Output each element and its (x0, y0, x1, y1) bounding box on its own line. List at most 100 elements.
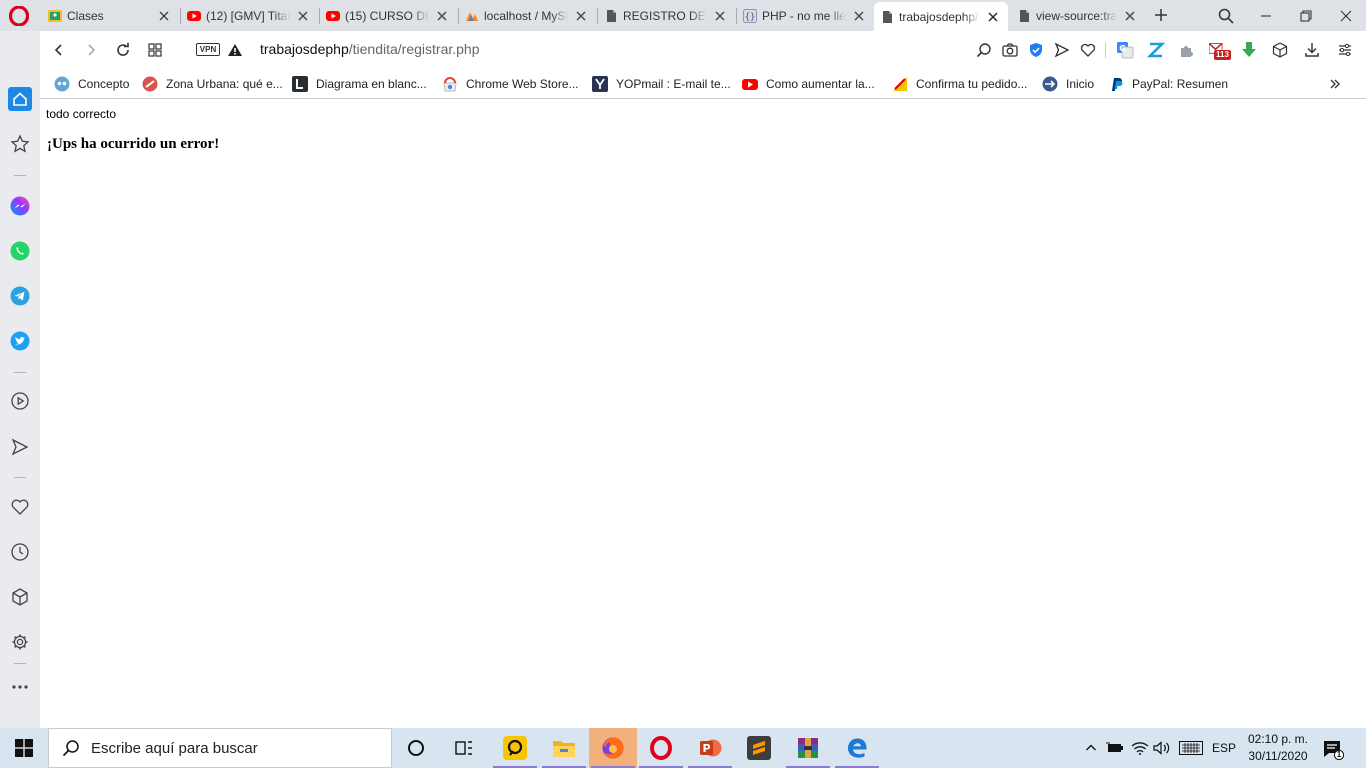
vpn-badge[interactable]: VPN (196, 43, 220, 56)
reload-icon[interactable] (113, 40, 133, 60)
volume-icon[interactable] (1152, 738, 1172, 758)
close-icon[interactable] (157, 9, 171, 23)
cortana-circle-icon[interactable] (392, 728, 440, 768)
forward-arrow-icon[interactable] (81, 40, 101, 60)
tab-phpmyadmin[interactable]: localhost / MySQL (459, 3, 596, 29)
url-field[interactable]: trabajosdephp/tiendita/registrar.php (260, 41, 480, 57)
twitter-icon[interactable] (8, 329, 32, 353)
bookmark-confirma-pedido[interactable]: Confirma tu pedido... (892, 75, 1027, 93)
bookmark-concepto[interactable]: Concepto (54, 75, 129, 93)
close-icon[interactable] (986, 10, 1000, 24)
sidebar-separator (14, 372, 26, 373)
minimize-icon[interactable] (1246, 0, 1286, 31)
bookmarks-star-icon[interactable] (8, 132, 32, 156)
zoho-extension-icon[interactable] (1147, 41, 1165, 59)
search-page-icon[interactable] (975, 41, 993, 59)
telegram-icon[interactable] (8, 284, 32, 308)
window-close-icon[interactable] (1326, 0, 1366, 31)
bookmark-yopmail[interactable]: YOPmail : E-mail te... (592, 75, 731, 93)
download-arrow-green-icon[interactable] (1240, 41, 1258, 59)
bookmark-paypal[interactable]: PayPal: Resumen (1108, 75, 1228, 93)
bookmark-label: Inicio (1066, 77, 1095, 91)
cube-extension-icon[interactable] (1271, 41, 1289, 59)
edge-icon[interactable] (833, 728, 881, 768)
extensions-cube-icon[interactable] (8, 585, 32, 609)
history-clock-icon[interactable] (8, 540, 32, 564)
new-tab-plus-icon[interactable] (1152, 6, 1170, 24)
close-icon[interactable] (852, 9, 866, 23)
gmail-notifier-icon[interactable]: 113 (1209, 41, 1231, 60)
sublime-text-icon[interactable] (735, 728, 783, 768)
tab-search-icon[interactable] (1206, 0, 1246, 31)
google-translate-icon[interactable]: G (1116, 41, 1134, 59)
tab-title: localhost / MySQL (484, 9, 568, 23)
tab-title: REGISTRO DE DATOS (623, 9, 707, 23)
windows-start-icon[interactable] (0, 728, 48, 768)
restore-icon[interactable] (1286, 0, 1326, 31)
touch-keyboard-icon[interactable] (1178, 738, 1204, 758)
bookmark-zona-urbana[interactable]: Zona Urbana: qué e... (142, 75, 283, 93)
close-icon[interactable] (435, 9, 449, 23)
tab-view-source[interactable]: view-source:trabajos (1011, 3, 1145, 29)
bookmark-diagrama[interactable]: Diagrama en blanc... (292, 75, 427, 93)
tab-php-no-me-llega[interactable]: {} PHP - no me llega (737, 3, 874, 29)
settings-gear-icon[interactable] (8, 630, 32, 654)
wifi-icon[interactable] (1130, 738, 1150, 758)
close-icon[interactable] (574, 9, 588, 23)
close-icon[interactable] (1123, 9, 1137, 23)
action-center-notification-icon[interactable]: 1 (1322, 738, 1345, 761)
opera-taskbar-icon[interactable] (637, 728, 685, 768)
tab-youtube-curso-php[interactable]: (15) CURSO DE PHP (320, 3, 457, 29)
task-view-icon[interactable] (440, 728, 488, 768)
puzzle-extension-icon[interactable] (1178, 41, 1196, 59)
player-icon[interactable] (8, 389, 32, 413)
send-flow-icon[interactable] (1053, 41, 1071, 59)
concepto-icon (54, 76, 70, 92)
more-options-ellipsis-icon[interactable] (8, 675, 32, 699)
notification-count: 1 (1336, 750, 1342, 759)
tab-trabajosdephp-active[interactable]: trabajosdephp/tiendita (874, 2, 1008, 31)
close-icon[interactable] (713, 9, 727, 23)
speed-dial-home-icon[interactable] (8, 87, 32, 111)
tab-grid-icon[interactable] (145, 40, 165, 60)
heart-bookmark-icon[interactable] (1079, 41, 1097, 59)
firefox-icon[interactable] (589, 728, 637, 768)
close-icon[interactable] (296, 9, 310, 23)
pinboards-heart-icon[interactable] (8, 495, 32, 519)
tab-clases[interactable]: Clases (42, 3, 179, 29)
tray-overflow-chevron-icon[interactable] (1082, 738, 1100, 758)
winrar-icon[interactable] (784, 728, 832, 768)
zona-urbana-icon (142, 76, 158, 92)
input-language-indicator[interactable]: ESP (1210, 738, 1238, 758)
bookmark-como-aumentar[interactable]: Como aumentar la... (742, 75, 875, 93)
sidebar-separator (14, 477, 26, 478)
whatsapp-icon[interactable] (8, 239, 32, 263)
status-message: todo correcto (46, 107, 117, 121)
bookmarks-overflow-chevron-icon[interactable] (1326, 75, 1344, 93)
not-secure-warning-icon[interactable] (227, 43, 243, 57)
file-explorer-icon[interactable] (540, 728, 588, 768)
tab-youtube-titanic[interactable]: (12) [GMV] Titanic (181, 3, 318, 29)
downloads-icon[interactable] (1303, 41, 1321, 59)
bookmark-label: Zona Urbana: qué e... (166, 77, 283, 91)
adblock-shield-icon[interactable] (1027, 41, 1045, 59)
bookmark-chrome-web-store[interactable]: Chrome Web Store... (442, 75, 579, 93)
taskbar-search-input[interactable]: Escribe aquí para buscar (48, 728, 392, 768)
toolbar-separator (1105, 42, 1106, 58)
messenger-icon[interactable] (8, 194, 32, 218)
tab-registro-datos[interactable]: REGISTRO DE DATOS (598, 3, 735, 29)
powerpoint-icon[interactable]: P (686, 728, 734, 768)
my-flow-send-icon[interactable] (8, 435, 32, 459)
system-clock[interactable]: 02:10 p. m. 30/11/2020 (1240, 731, 1316, 765)
snapshot-camera-icon[interactable] (1001, 41, 1019, 59)
battery-icon[interactable] (1105, 738, 1125, 758)
tab-title: (15) CURSO DE PHP (345, 9, 429, 23)
opera-menu-icon[interactable] (8, 5, 30, 27)
easy-setup-menu-icon[interactable] (1336, 41, 1354, 59)
bookmark-inicio[interactable]: Inicio (1042, 75, 1094, 93)
youtube-icon (742, 76, 758, 92)
address-bar: VPN trabajosdephp/tiendita/registrar.php… (40, 31, 1366, 69)
windows-taskbar: Escribe aquí para buscar P ESP 02:10 p. … (0, 728, 1366, 768)
back-arrow-icon[interactable] (49, 40, 69, 60)
taskbar-app-yellow-icon[interactable] (491, 728, 539, 768)
